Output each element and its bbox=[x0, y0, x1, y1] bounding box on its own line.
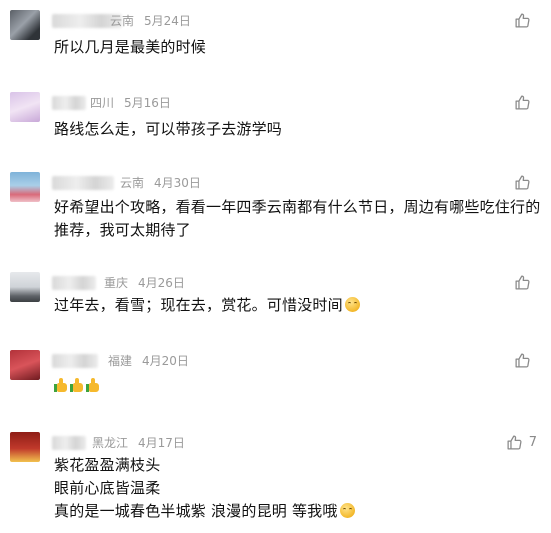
avatar[interactable] bbox=[10, 92, 40, 122]
comment-line: 真的是一城春色半城紫 浪漫的昆明 等我哦 bbox=[54, 500, 355, 523]
comment-line: 好希望出个攻略，看看一年四季云南都有什么节日，周边有哪些吃住行的 bbox=[54, 198, 541, 216]
comment-line: 紫花盈盈满枝头 bbox=[54, 456, 161, 474]
thumbs-up-outline-icon bbox=[514, 174, 531, 191]
thumbs-up-outline-icon bbox=[514, 352, 531, 369]
avatar[interactable] bbox=[10, 272, 40, 302]
comment-text bbox=[54, 374, 102, 397]
thumbs-up-emoji-icon bbox=[70, 378, 84, 392]
comment-meta: 重庆 4月26日 bbox=[104, 274, 185, 291]
comment-meta: 四川 5月16日 bbox=[90, 94, 171, 111]
comment-region: 四川 bbox=[90, 96, 115, 110]
like-count: 7 bbox=[528, 434, 537, 450]
comment-line: 眼前心底皆温柔 bbox=[54, 479, 161, 497]
like-button[interactable] bbox=[514, 172, 537, 192]
username-blurred[interactable] bbox=[52, 276, 96, 290]
thumbs-up-outline-icon bbox=[514, 94, 531, 111]
thumbs-up-emoji-icon bbox=[86, 378, 100, 392]
avatar[interactable] bbox=[10, 10, 40, 40]
like-button[interactable]: 7 bbox=[506, 432, 537, 452]
thumbs-up-outline-icon bbox=[506, 434, 523, 451]
comment-text: 所以几月是最美的时候 bbox=[54, 36, 206, 59]
like-button[interactable] bbox=[514, 272, 537, 292]
thumbs-up-outline-icon bbox=[514, 12, 531, 29]
comment-line-text: 过年去，看雪；现在去，赏花。可惜没时间 bbox=[54, 296, 343, 314]
username-blurred[interactable] bbox=[52, 96, 86, 110]
username-blurred[interactable] bbox=[52, 436, 86, 450]
comment-date: 4月17日 bbox=[138, 436, 185, 450]
avatar[interactable] bbox=[10, 432, 40, 462]
comment-line bbox=[54, 374, 102, 397]
comment-line-text: 真的是一城春色半城紫 浪漫的昆明 等我哦 bbox=[54, 502, 338, 520]
comment-region: 黑龙江 bbox=[92, 436, 129, 450]
like-button[interactable] bbox=[514, 10, 537, 30]
avatar[interactable] bbox=[10, 172, 40, 202]
comment-text: 路线怎么走，可以带孩子去游学吗 bbox=[54, 118, 282, 141]
comment-text: 紫花盈盈满枝头 眼前心底皆温柔 真的是一城春色半城紫 浪漫的昆明 等我哦 bbox=[54, 454, 355, 523]
comment-meta: 云南 4月30日 bbox=[120, 174, 201, 191]
comment-meta: 黑龙江 4月17日 bbox=[92, 434, 185, 451]
username-blurred[interactable] bbox=[52, 354, 98, 368]
smile-emoji-icon bbox=[339, 503, 355, 518]
comment-meta: 云南 5月24日 bbox=[110, 12, 191, 29]
comment-line: 路线怎么走，可以带孩子去游学吗 bbox=[54, 120, 283, 138]
comment-line: 所以几月是最美的时候 bbox=[54, 38, 207, 56]
comment-region: 重庆 bbox=[104, 276, 129, 290]
thumbs-up-emoji-icon bbox=[54, 378, 68, 392]
like-button[interactable] bbox=[514, 350, 537, 370]
comment-date: 4月26日 bbox=[138, 276, 185, 290]
comment-line: 推荐，我可太期待了 bbox=[54, 221, 191, 239]
comment-date: 4月20日 bbox=[142, 354, 189, 368]
comment-region: 云南 bbox=[120, 176, 145, 190]
comment-line: 过年去，看雪；现在去，赏花。可惜没时间 bbox=[54, 294, 360, 317]
comment-text: 好希望出个攻略，看看一年四季云南都有什么节日，周边有哪些吃住行的 推荐，我可太期… bbox=[54, 196, 540, 242]
thumbs-up-outline-icon bbox=[514, 274, 531, 291]
comment-date: 5月16日 bbox=[124, 96, 171, 110]
username-blurred[interactable] bbox=[52, 176, 114, 190]
comment-meta: 福建 4月20日 bbox=[108, 352, 189, 369]
comment-region: 云南 bbox=[110, 14, 135, 28]
like-button[interactable] bbox=[514, 92, 537, 112]
comment-date: 4月30日 bbox=[154, 176, 201, 190]
avatar[interactable] bbox=[10, 350, 40, 380]
comment-text: 过年去，看雪；现在去，赏花。可惜没时间 bbox=[54, 294, 360, 317]
comment-date: 5月24日 bbox=[144, 14, 191, 28]
smile-emoji-icon bbox=[344, 297, 360, 312]
comment-region: 福建 bbox=[108, 354, 133, 368]
